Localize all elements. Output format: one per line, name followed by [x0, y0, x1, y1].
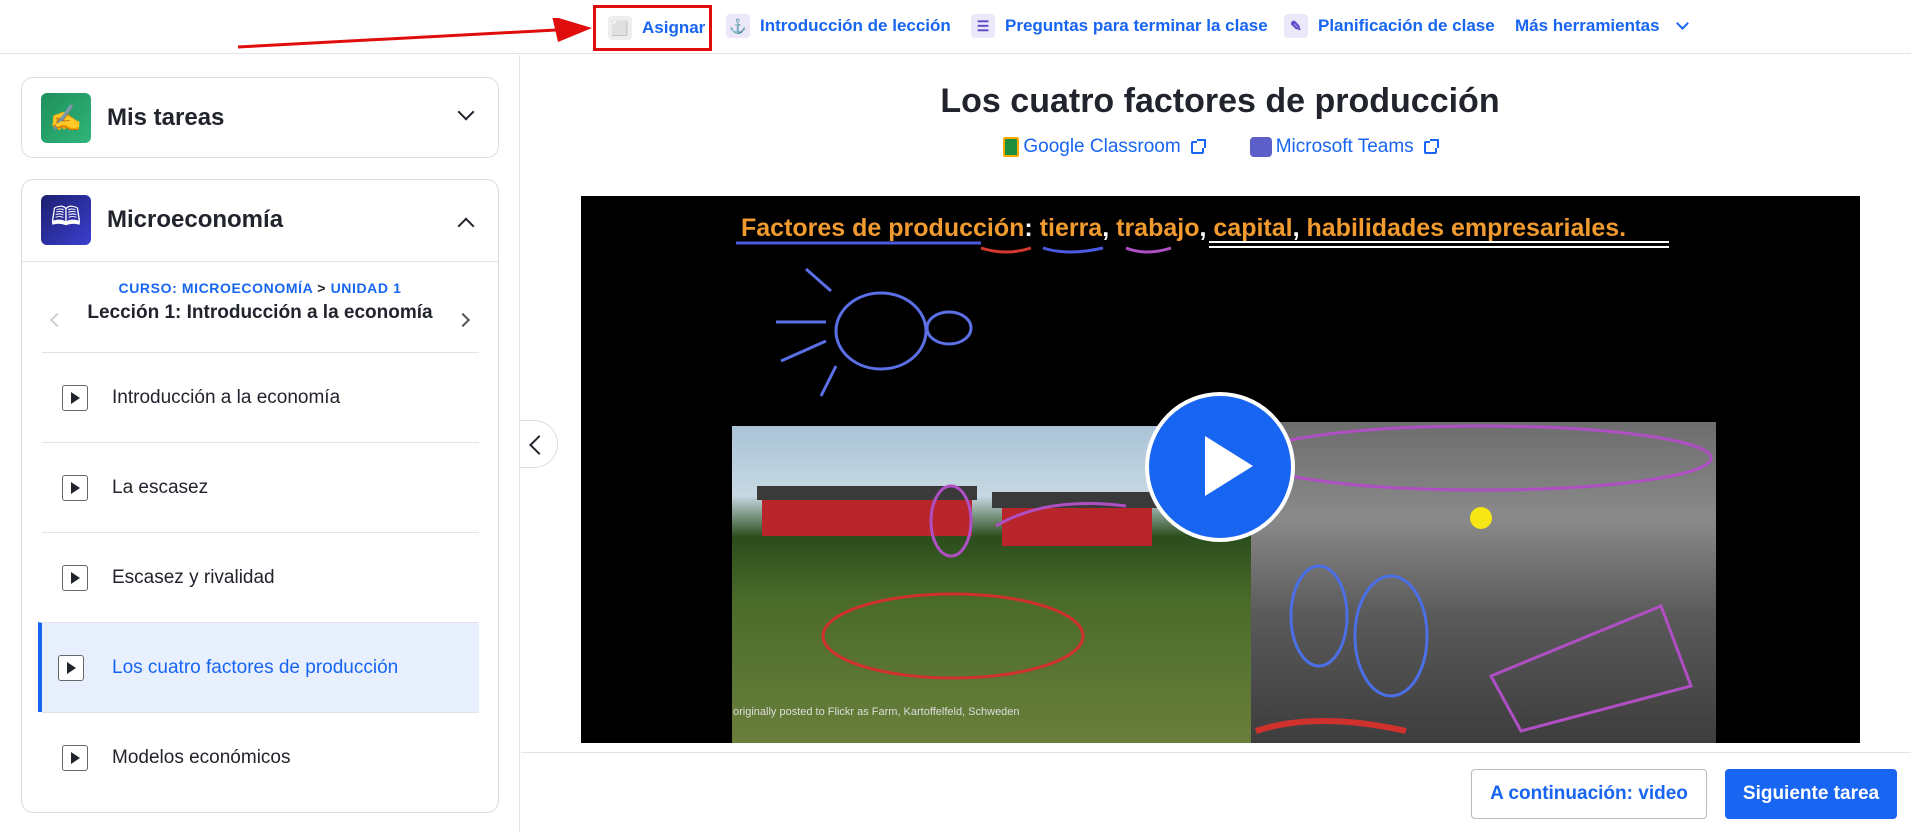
lesson-item[interactable]: Escasez y rivalidad — [42, 532, 479, 622]
lesson-title: Lección 1: Introducción a la economía — [87, 302, 433, 323]
share-links: Google Classroom Microsoft Teams — [560, 136, 1880, 158]
breadcrumb-separator: > — [317, 280, 327, 296]
lesson-item-active[interactable]: Los cuatro factores de producción — [38, 622, 479, 712]
lesson-item-label: Introducción a la economía — [112, 386, 341, 408]
breadcrumb-unit-link[interactable]: UNIDAD 1 — [331, 280, 402, 296]
lesson-item[interactable]: La escasez — [42, 442, 479, 532]
play-video-icon — [62, 475, 88, 501]
photo-caption: originally posted to Flickr as Farm, Kar… — [733, 706, 1020, 718]
google-classroom-icon — [1003, 137, 1020, 157]
play-video-icon — [62, 745, 88, 771]
play-video-icon — [62, 385, 88, 411]
lesson-item-label: Modelos económicos — [112, 746, 291, 768]
course-card: 🕮 Microeconomía CURSO: MICROECONOMÍA > U… — [21, 179, 499, 813]
microsoft-teams-link[interactable]: Microsoft Teams — [1249, 136, 1439, 158]
next-video-button[interactable]: A continuación: video — [1471, 769, 1707, 819]
play-button[interactable] — [1145, 392, 1295, 542]
sidebar: ✍ Mis tareas 🕮 Microeconomía CURSO: MICR… — [0, 55, 520, 832]
collapse-sidebar-button[interactable] — [520, 420, 558, 468]
cursor-highlight — [1470, 507, 1492, 529]
google-classroom-link[interactable]: Google Classroom — [1003, 136, 1206, 158]
exit-questions-label: Preguntas para terminar la clase — [1005, 16, 1268, 35]
tasks-icon: ✍ — [41, 93, 91, 143]
page-title: Los cuatro factores de producción — [940, 82, 1500, 120]
external-link-icon — [1190, 138, 1206, 154]
more-tools-label: Más herramientas — [1515, 16, 1660, 35]
microsoft-teams-label: Microsoft Teams — [1275, 136, 1414, 157]
external-link-icon — [1423, 138, 1439, 154]
course-card-header[interactable]: 🕮 Microeconomía — [41, 195, 283, 245]
course-title: Microeconomía — [107, 206, 284, 233]
book-icon: 🕮 — [41, 195, 91, 245]
annotation-arrow — [237, 18, 592, 49]
divider — [22, 261, 498, 262]
google-classroom-label: Google Classroom — [1023, 136, 1181, 157]
lesson-item[interactable]: Introducción a la economía — [42, 352, 479, 442]
assign-button[interactable]: ⬜ Asignar — [593, 5, 712, 51]
chevron-down-icon[interactable] — [457, 103, 475, 121]
play-video-icon — [58, 655, 84, 681]
microsoft-teams-icon — [1249, 137, 1272, 157]
play-video-icon — [62, 565, 88, 591]
video-player[interactable]: Factores de producción: tierra, trabajo,… — [581, 196, 1860, 743]
chevron-up-icon[interactable] — [457, 217, 475, 235]
more-tools-button[interactable]: Más herramientas — [1515, 12, 1689, 40]
my-tasks-card[interactable]: ✍ Mis tareas — [21, 77, 499, 158]
chevron-down-icon — [1675, 17, 1689, 30]
lesson-intro-label: Introducción de lección — [760, 16, 951, 35]
footer-bar: A continuación: video Siguiente tarea — [521, 752, 1911, 832]
lesson-item[interactable]: Modelos económicos — [42, 712, 479, 802]
anchor-icon: ⚓ — [726, 14, 750, 38]
breadcrumb-course-link[interactable]: CURSO: MICROECONOMÍA — [119, 280, 313, 296]
lesson-item-label: Los cuatro factores de producción — [112, 656, 399, 678]
lesson-intro-button[interactable]: ⚓ Introducción de lección — [726, 12, 951, 40]
lesson-item-label: Escasez y rivalidad — [112, 566, 275, 588]
breadcrumb: CURSO: MICROECONOMÍA > UNIDAD 1 Lección … — [22, 280, 498, 324]
next-task-button[interactable]: Siguiente tarea — [1725, 769, 1897, 819]
my-tasks-title: Mis tareas — [107, 104, 225, 131]
lesson-item-label: La escasez — [112, 476, 209, 498]
ticket-icon: ☰ — [971, 14, 995, 38]
lesson-plan-button[interactable]: ✎ Planificación de clase — [1284, 12, 1495, 40]
assign-icon: ⬜ — [608, 16, 632, 40]
lesson-plan-label: Planificación de clase — [1318, 16, 1495, 35]
assign-label: Asignar — [642, 18, 706, 37]
pencil-icon: ✎ — [1284, 14, 1308, 38]
exit-questions-button[interactable]: ☰ Preguntas para terminar la clase — [971, 12, 1268, 40]
